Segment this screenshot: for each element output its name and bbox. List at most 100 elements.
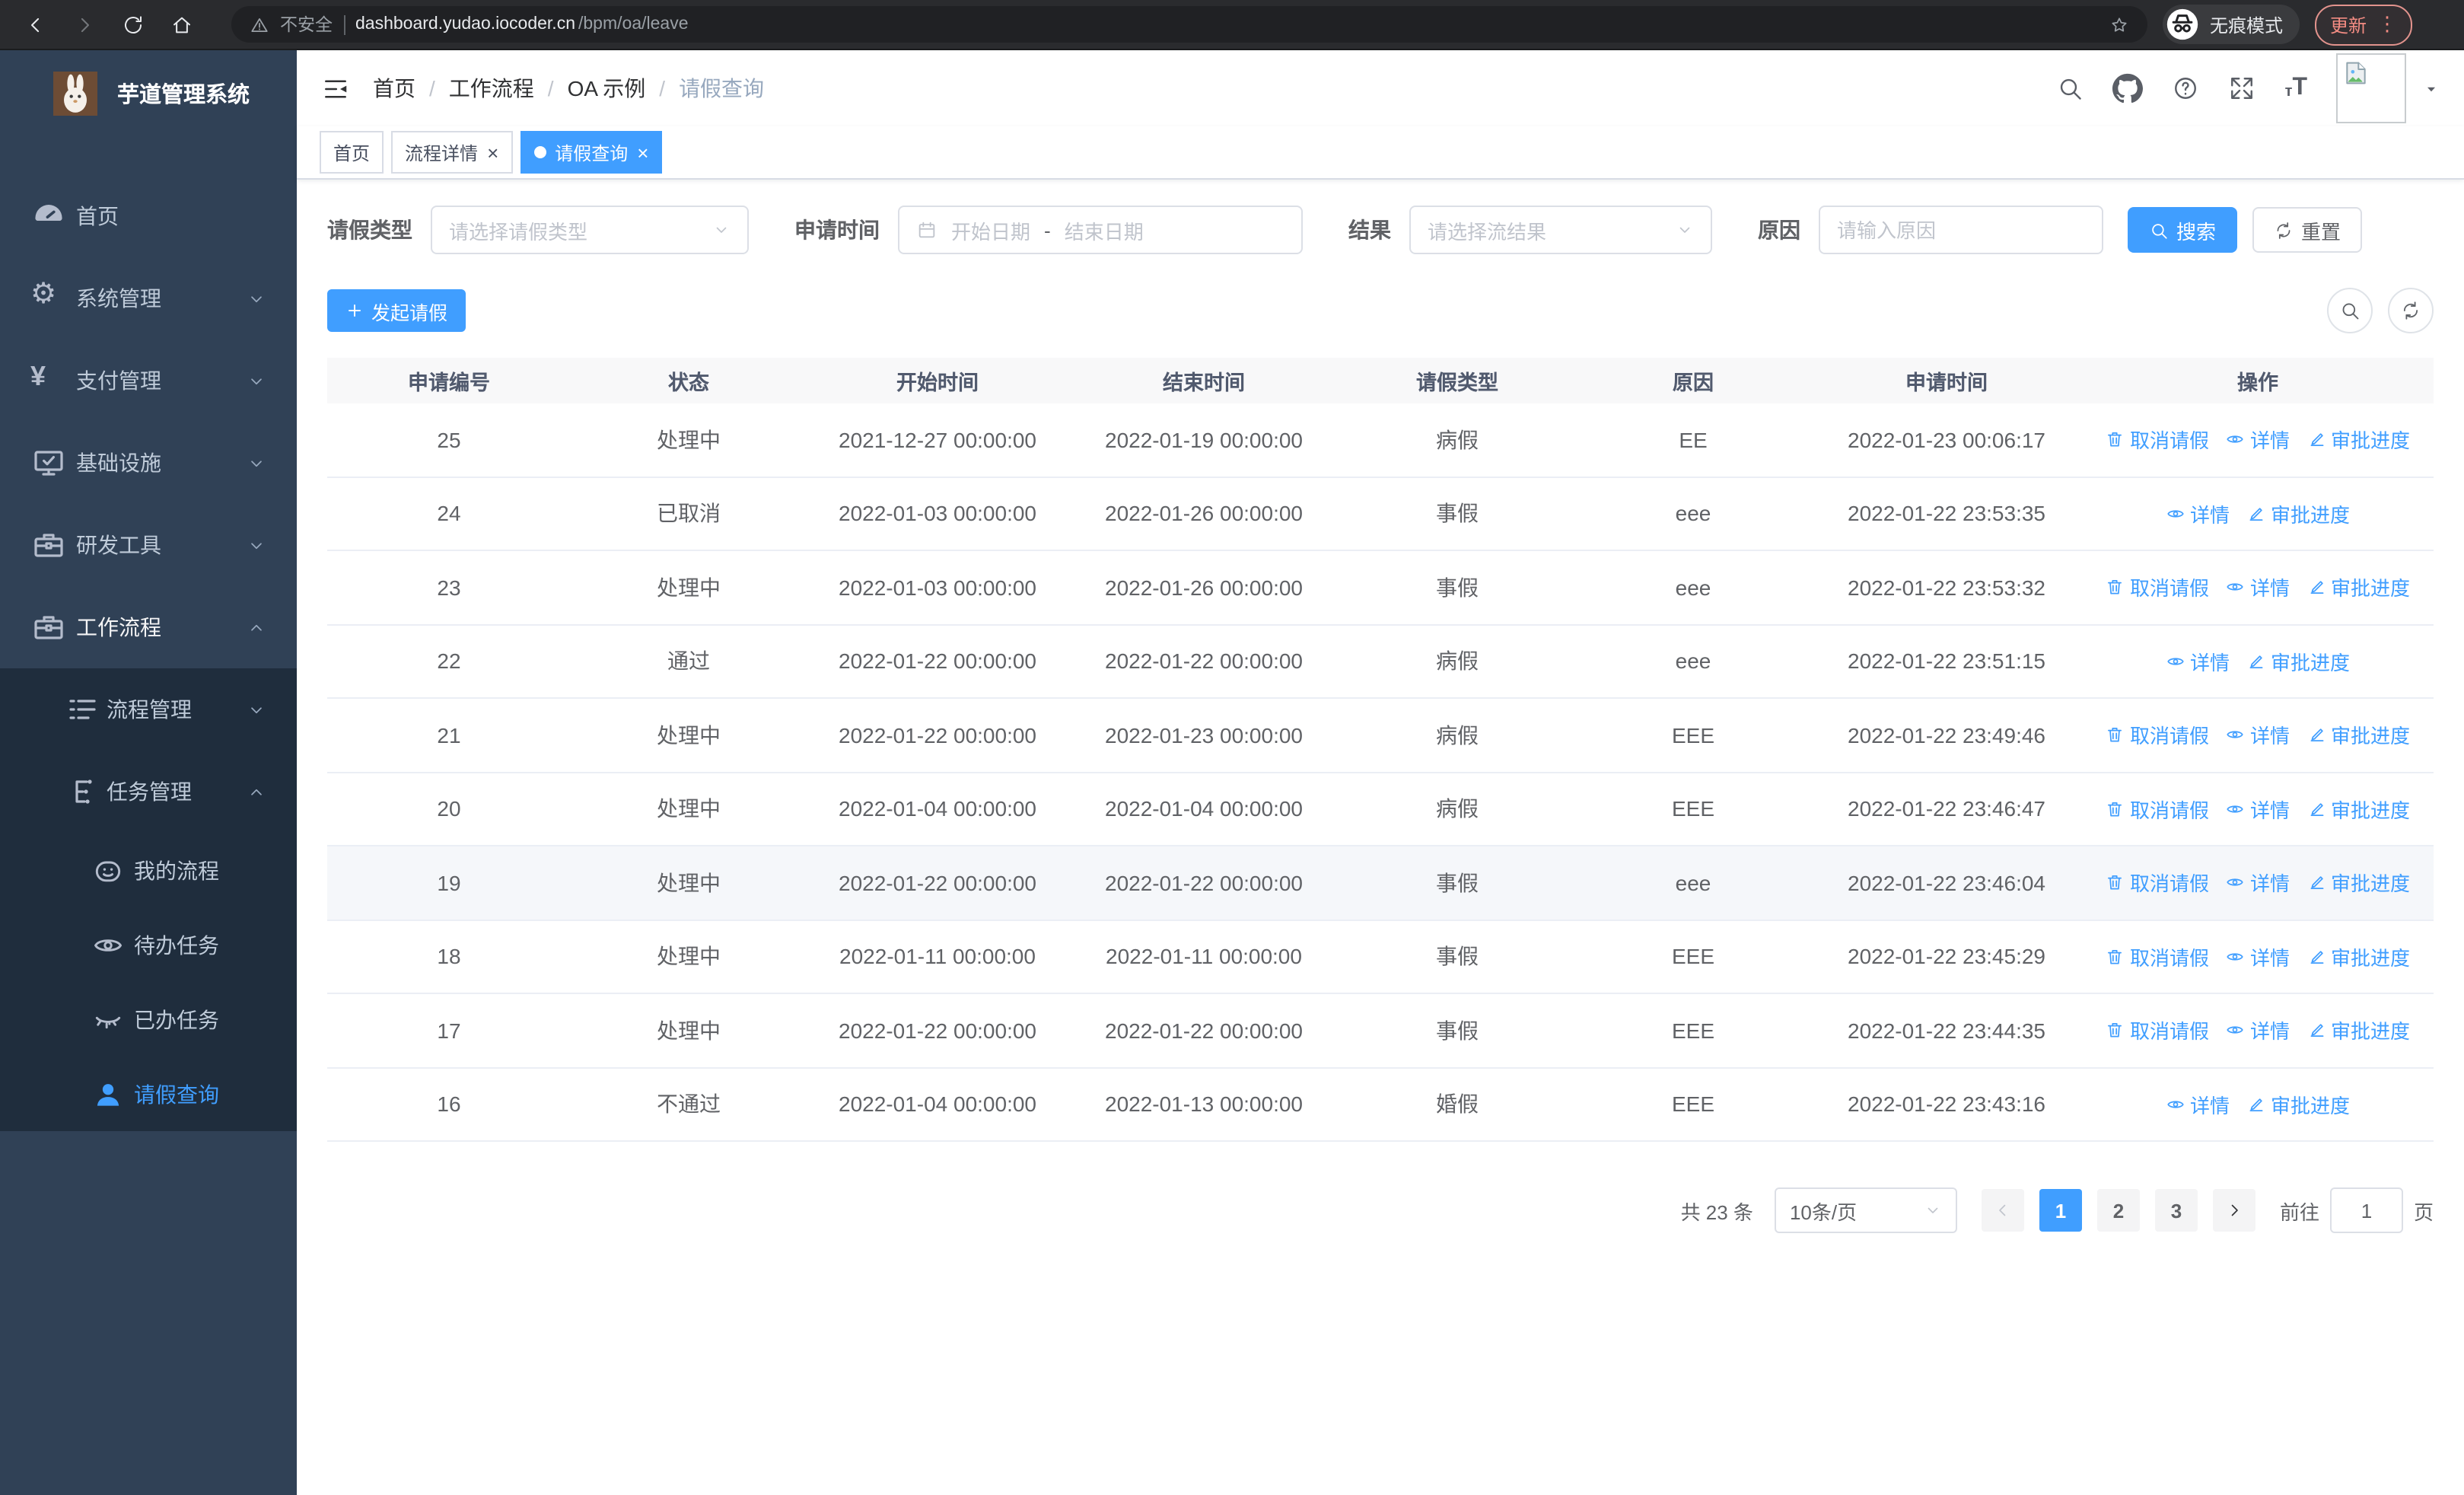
address-bar[interactable]: 不安全 dashboard.yudao.iocoder.cn/bpm/oa/le…: [231, 6, 2147, 43]
action-edit-link[interactable]: 审批进度: [2246, 499, 2350, 528]
toggle-search-button[interactable]: [2327, 288, 2373, 333]
cell-reason: EEE: [1671, 1018, 1714, 1043]
divider: [343, 14, 345, 34]
github-icon[interactable]: [2112, 73, 2144, 104]
tab-process-detail[interactable]: 流程详情 ×: [391, 131, 513, 174]
action-view-link[interactable]: 详情: [2226, 795, 2290, 824]
edit-icon: [2246, 1095, 2266, 1114]
security-label: 不安全: [280, 17, 333, 35]
sidebar-item-my-process[interactable]: 我的流程: [0, 833, 297, 907]
search-button[interactable]: 搜索: [2128, 207, 2238, 253]
breadcrumb-item[interactable]: 首页: [373, 73, 415, 104]
tab-leave-query[interactable]: 请假查询 ×: [520, 131, 663, 174]
search-icon[interactable]: [2057, 75, 2084, 102]
close-icon[interactable]: ×: [637, 142, 648, 162]
sidebar-item-devtools[interactable]: 研发工具: [0, 504, 297, 586]
reason-input[interactable]: [1820, 207, 2102, 253]
action-view-link[interactable]: 详情: [2226, 721, 2290, 750]
apply-time-range-picker[interactable]: 开始日期 - 结束日期: [898, 206, 1303, 254]
chevron-down-icon: [247, 453, 266, 473]
sidebar-item-home[interactable]: 首页: [0, 175, 297, 257]
breadcrumb: 首页 / 工作流程 / OA 示例 / 请假查询: [373, 73, 764, 104]
prev-page-button[interactable]: [1981, 1189, 2024, 1232]
reset-button[interactable]: 重置: [2252, 207, 2363, 253]
column-header: 状态: [668, 371, 709, 394]
action-edit-link[interactable]: 审批进度: [2306, 1016, 2410, 1045]
tab-label: 首页: [333, 142, 371, 164]
browser-home-button[interactable]: [161, 5, 201, 44]
chevron-left-icon: [1994, 1201, 2012, 1219]
action-delete-link[interactable]: 取消请假: [2106, 721, 2209, 750]
page-button-3[interactable]: 3: [2154, 1189, 2198, 1232]
sidebar-item-task-mgmt[interactable]: 任务管理: [0, 751, 297, 833]
action-delete-link[interactable]: 取消请假: [2106, 869, 2209, 897]
create-leave-button[interactable]: 发起请假: [327, 289, 466, 332]
table-body: 25 处理中 2021-12-27 00:00:00 2022-01-19 00:00…: [327, 403, 2434, 1142]
sidebar-item-done-tasks[interactable]: 已办任务: [0, 982, 297, 1057]
action-edit-link[interactable]: 审批进度: [2306, 721, 2410, 750]
action-edit-link[interactable]: 审批进度: [2306, 942, 2410, 971]
chevron-right-icon: [2225, 1201, 2243, 1219]
browser-reload-button[interactable]: [113, 5, 152, 44]
action-view-link[interactable]: 详情: [2166, 647, 2230, 676]
leave-type-select[interactable]: 请选择请假类型: [431, 206, 749, 254]
edit-icon: [2306, 578, 2326, 598]
browser-update-button[interactable]: 更新 ⋮: [2315, 4, 2413, 45]
next-page-button[interactable]: [2212, 1189, 2255, 1232]
action-view-link[interactable]: 详情: [2166, 499, 2230, 528]
action-edit-link[interactable]: 审批进度: [2246, 647, 2350, 676]
action-edit-link[interactable]: 审批进度: [2306, 869, 2410, 897]
font-size-icon[interactable]: тT: [2285, 75, 2307, 100]
page-button-2[interactable]: 2: [2096, 1189, 2140, 1232]
toolbar-right: [2327, 288, 2434, 333]
browser-forward-button[interactable]: [64, 5, 103, 44]
action-view-link[interactable]: 详情: [2226, 942, 2290, 971]
action-delete-link[interactable]: 取消请假: [2106, 1016, 2209, 1045]
result-select[interactable]: 请选择流结果: [1409, 206, 1712, 254]
action-view-link[interactable]: 详情: [2226, 573, 2290, 602]
action-delete-link[interactable]: 取消请假: [2106, 426, 2209, 454]
action-edit-link[interactable]: 审批进度: [2306, 573, 2410, 602]
goto-label: 前往: [2279, 1200, 2319, 1223]
action-edit-link[interactable]: 审批进度: [2246, 1090, 2350, 1119]
action-view-link[interactable]: 详情: [2226, 426, 2290, 454]
page-size-select[interactable]: 10条/页: [1774, 1187, 1957, 1233]
browser-menu-icon[interactable]: ⋮: [2377, 12, 2397, 37]
total-count: 共 23 条: [1680, 1200, 1753, 1223]
sidebar-item-infrastructure[interactable]: 基础设施: [0, 422, 297, 504]
sidebar-item-payment[interactable]: ¥ 支付管理: [0, 339, 297, 422]
help-icon[interactable]: [2173, 75, 2200, 102]
action-delete-link[interactable]: 取消请假: [2106, 942, 2209, 971]
sidebar-collapse-icon[interactable]: [321, 74, 350, 103]
action-edit-link[interactable]: 审批进度: [2306, 426, 2410, 454]
breadcrumb-item[interactable]: OA 示例: [568, 73, 646, 104]
close-icon[interactable]: ×: [487, 142, 498, 162]
sidebar-item-workflow[interactable]: 工作流程: [0, 586, 297, 668]
action-delete-link[interactable]: 取消请假: [2106, 795, 2209, 824]
app-logo[interactable]: 芋道管理系统: [0, 50, 297, 135]
page-button-1[interactable]: 1: [2039, 1189, 2082, 1232]
avatar[interactable]: [2336, 53, 2406, 123]
cell-reason: EEE: [1671, 722, 1714, 748]
action-view-link[interactable]: 详情: [2226, 869, 2290, 897]
breadcrumb-item[interactable]: 工作流程: [449, 73, 534, 104]
browser-back-button[interactable]: [15, 5, 55, 44]
cell-id: 16: [437, 1092, 461, 1117]
action-label: 取消请假: [2129, 799, 2209, 822]
action-edit-link[interactable]: 审批进度: [2306, 795, 2410, 824]
refresh-table-button[interactable]: [2388, 288, 2434, 333]
cell-id: 18: [437, 944, 461, 969]
tab-home[interactable]: 首页: [320, 131, 384, 174]
sidebar-item-process-mgmt[interactable]: 流程管理: [0, 668, 297, 751]
action-delete-link[interactable]: 取消请假: [2106, 573, 2209, 602]
action-view-link[interactable]: 详情: [2226, 1016, 2290, 1045]
sidebar-item-todo-tasks[interactable]: 待办任务: [0, 907, 297, 982]
goto-page-input[interactable]: [2329, 1187, 2403, 1233]
fullscreen-icon[interactable]: [2229, 75, 2256, 102]
edit-icon: [2246, 504, 2266, 524]
sidebar-item-system[interactable]: ⚙ 系统管理: [0, 257, 297, 339]
sidebar-item-leave-query[interactable]: 请假查询: [0, 1057, 297, 1131]
action-view-link[interactable]: 详情: [2166, 1090, 2230, 1119]
bookmark-star-icon[interactable]: [2109, 14, 2129, 34]
chevron-down-icon[interactable]: [2423, 80, 2440, 97]
